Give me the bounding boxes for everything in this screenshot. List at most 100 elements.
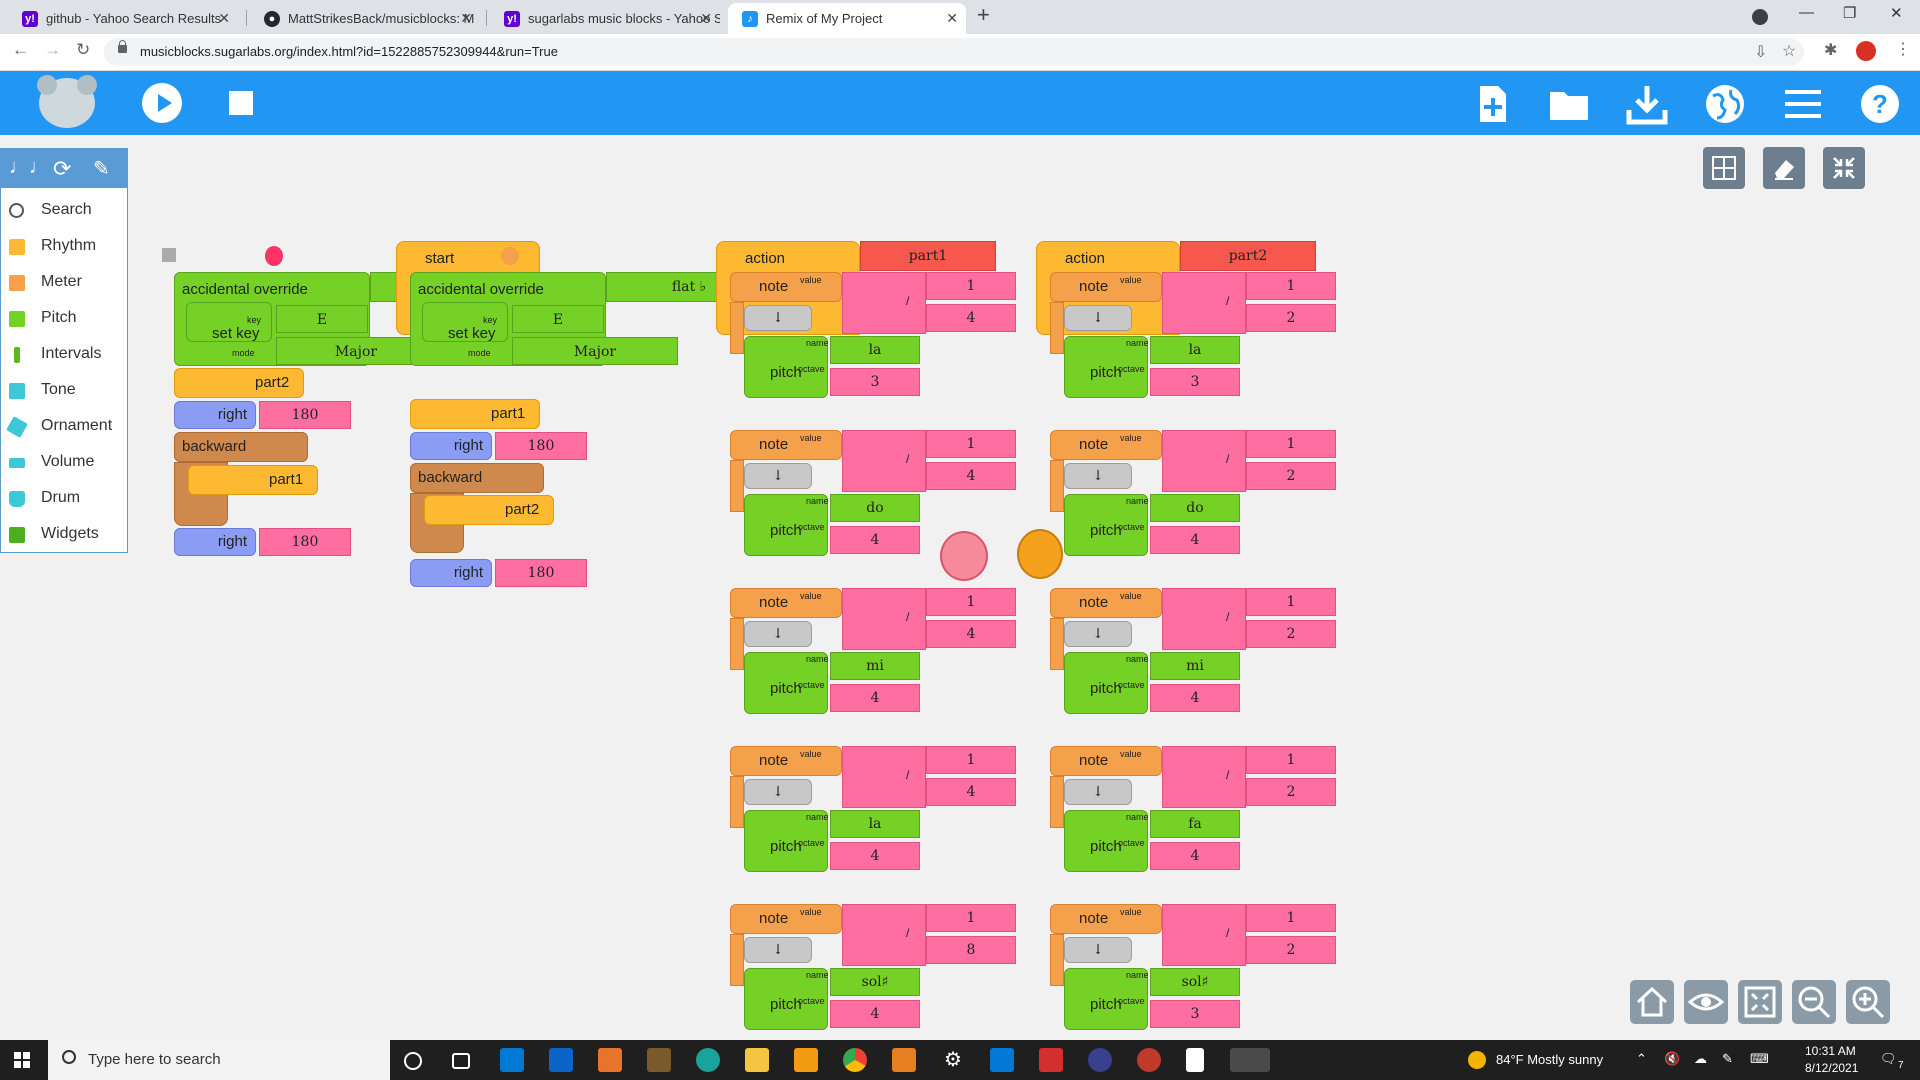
mouse-logo-icon[interactable]: [37, 75, 97, 128]
numerator-value[interactable]: 1: [1246, 430, 1336, 458]
palette-item-widgets[interactable]: Widgets: [9, 520, 125, 548]
weather-text[interactable]: 84°F Mostly sunny: [1496, 1052, 1603, 1067]
angle-value-block[interactable]: 180: [259, 528, 351, 556]
pitch-octave-value[interactable]: 4: [830, 526, 920, 554]
note-arrow-slot[interactable]: ↓: [744, 937, 812, 963]
cortana-icon[interactable]: [404, 1052, 422, 1070]
file-explorer-icon[interactable]: [745, 1048, 769, 1072]
menu-hamburger-icon[interactable]: [1781, 82, 1825, 126]
omnibox[interactable]: musicblocks.sugarlabs.org/index.html?id=…: [104, 38, 1804, 66]
divide-block[interactable]: [842, 272, 926, 334]
weather-icon[interactable]: [1468, 1051, 1486, 1069]
pitch-name-value[interactable]: do: [830, 494, 920, 522]
chrome-icon[interactable]: [843, 1048, 867, 1072]
note-block[interactable]: note: [1050, 588, 1162, 618]
vscode-icon[interactable]: [990, 1048, 1014, 1072]
pitch-octave-value[interactable]: 4: [830, 1000, 920, 1028]
note-block[interactable]: note: [1050, 430, 1162, 460]
do-part1-block[interactable]: part1: [410, 399, 540, 429]
divide-block[interactable]: [1162, 904, 1246, 966]
windows-start-icon[interactable]: [14, 1052, 30, 1068]
numerator-value[interactable]: 1: [1246, 588, 1336, 616]
pitch-octave-value[interactable]: 4: [1150, 684, 1240, 712]
palette-item-drum[interactable]: Drum: [9, 484, 125, 512]
numerator-value[interactable]: 1: [926, 746, 1016, 774]
graphics-palette-icon[interactable]: ✎: [93, 156, 110, 181]
save-download-icon[interactable]: [1625, 82, 1669, 126]
notepad-icon[interactable]: [1186, 1048, 1204, 1072]
close-tab-icon[interactable]: ✕: [700, 3, 712, 34]
close-window-button[interactable]: ✕: [1890, 4, 1903, 22]
pitch-octave-value[interactable]: 3: [830, 368, 920, 396]
minimize-button[interactable]: —: [1799, 4, 1814, 21]
pitch-octave-value[interactable]: 4: [830, 684, 920, 712]
angle-value-block[interactable]: 180: [259, 401, 351, 429]
numerator-value[interactable]: 1: [926, 588, 1016, 616]
note-arrow-slot[interactable]: ↓: [1064, 779, 1132, 805]
pitch-octave-value[interactable]: 4: [1150, 526, 1240, 554]
pitch-octave-value[interactable]: 3: [1150, 1000, 1240, 1028]
task-view-icon[interactable]: [452, 1053, 470, 1069]
key-value-block[interactable]: E: [512, 305, 604, 333]
denominator-value[interactable]: 8: [926, 936, 1016, 964]
extensions-icon[interactable]: ✱: [1824, 40, 1837, 60]
clock-time[interactable]: 10:31 AM: [1805, 1044, 1856, 1058]
edge-icon[interactable]: [696, 1048, 720, 1072]
profile-dropdown-icon[interactable]: [1752, 9, 1768, 25]
url-text[interactable]: musicblocks.sugarlabs.org/index.html?id=…: [140, 44, 558, 59]
numerator-value[interactable]: 1: [926, 904, 1016, 932]
denominator-value[interactable]: 4: [926, 620, 1016, 648]
pitch-name-value[interactable]: la: [830, 810, 920, 838]
tab-remix-project[interactable]: ♪ Remix of My Project ✕: [728, 3, 966, 34]
close-tab-icon[interactable]: ✕: [946, 3, 958, 34]
app-icon[interactable]: [892, 1048, 916, 1072]
tab-yahoo-sugarlabs[interactable]: y! sugarlabs music blocks - Yahoo S ✕: [490, 3, 720, 34]
note-block[interactable]: note: [1050, 272, 1162, 302]
taskbar-search-box[interactable]: Type here to search: [48, 1040, 390, 1080]
set-key-block[interactable]: set key key mode: [186, 302, 272, 358]
music-palette-icon[interactable]: ♩♩: [9, 156, 49, 179]
pitch-name-value[interactable]: mi: [830, 652, 920, 680]
denominator-value[interactable]: 4: [926, 462, 1016, 490]
palette-item-search[interactable]: Search: [9, 196, 125, 224]
numerator-value[interactable]: 1: [1246, 904, 1336, 932]
stop-button[interactable]: [229, 91, 253, 115]
do-part2-block[interactable]: part2: [174, 368, 304, 398]
pitch-name-value[interactable]: sol♯: [830, 968, 920, 996]
keyboard-icon[interactable]: ⌨: [1750, 1051, 1769, 1067]
set-key-block[interactable]: set key key mode: [422, 302, 508, 358]
note-block[interactable]: note: [1050, 746, 1162, 776]
new-project-icon[interactable]: [1470, 82, 1514, 126]
mode-value-block[interactable]: Major: [512, 337, 678, 365]
grid-toggle-button[interactable]: [1703, 147, 1745, 189]
note-arrow-slot[interactable]: ↓: [1064, 305, 1132, 331]
office-icon[interactable]: [598, 1048, 622, 1072]
collapse-stack-icon[interactable]: [162, 248, 176, 262]
note-arrow-slot[interactable]: ↓: [1064, 463, 1132, 489]
collapse-button[interactable]: [1823, 147, 1865, 189]
angle-value-block[interactable]: 180: [495, 559, 587, 587]
clear-button[interactable]: [1763, 147, 1805, 189]
language-globe-icon[interactable]: [1703, 82, 1747, 126]
home-button[interactable]: [1630, 980, 1674, 1024]
backward-block[interactable]: backward: [174, 432, 308, 462]
note-arrow-slot[interactable]: ↓: [744, 463, 812, 489]
note-block[interactable]: note: [730, 746, 842, 776]
note-block[interactable]: note: [730, 272, 842, 302]
tray-chevron-icon[interactable]: ⌃: [1636, 1051, 1647, 1067]
mail-icon[interactable]: [549, 1048, 573, 1072]
target-app-icon[interactable]: [1137, 1048, 1161, 1072]
zoom-out-button[interactable]: [1792, 980, 1836, 1024]
note-arrow-slot[interactable]: ↓: [744, 779, 812, 805]
palette-item-intervals[interactable]: Intervals: [9, 340, 125, 368]
minecraft-icon[interactable]: [647, 1048, 671, 1072]
pitch-name-value[interactable]: sol♯: [1150, 968, 1240, 996]
notifications-icon[interactable]: 🗨: [1880, 1051, 1897, 1067]
restore-button[interactable]: ❐: [1843, 4, 1856, 22]
note-arrow-slot[interactable]: ↓: [744, 305, 812, 331]
help-icon[interactable]: ?: [1858, 82, 1902, 126]
eclipse-icon[interactable]: [1088, 1048, 1112, 1072]
angle-value-block[interactable]: 180: [495, 432, 587, 460]
zoom-in-button[interactable]: [1846, 980, 1890, 1024]
denominator-value[interactable]: 2: [1246, 778, 1336, 806]
